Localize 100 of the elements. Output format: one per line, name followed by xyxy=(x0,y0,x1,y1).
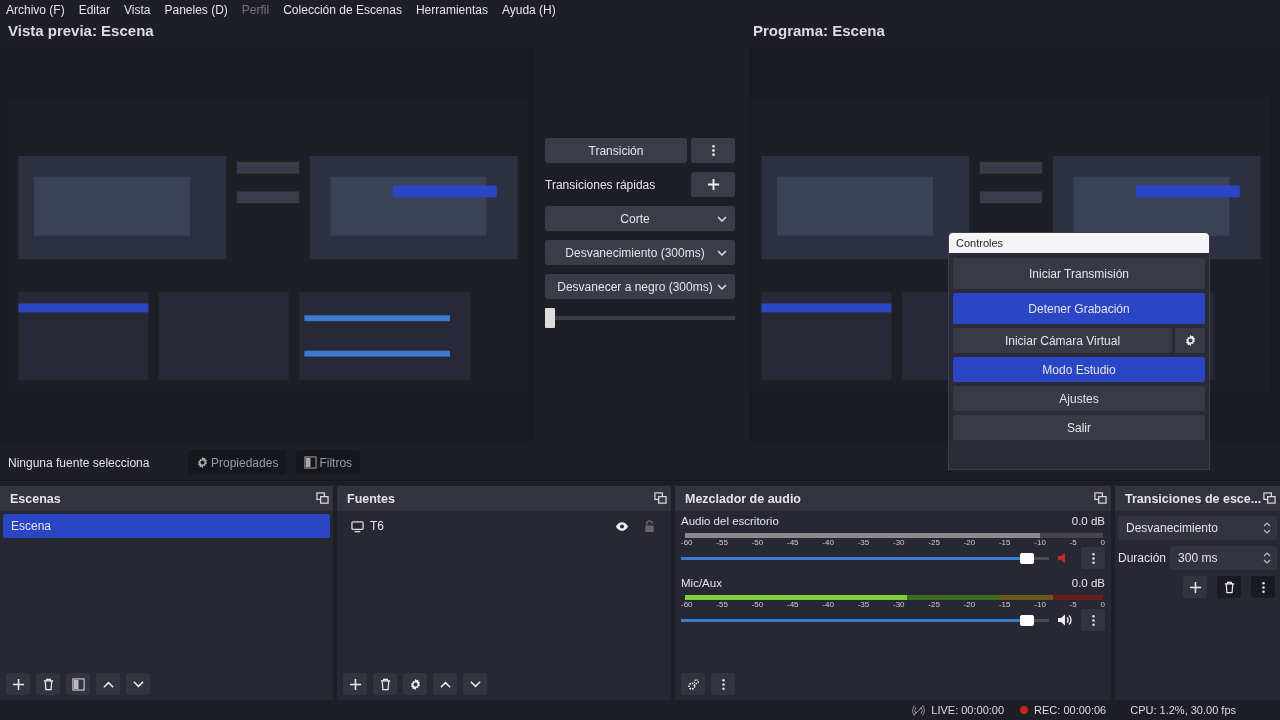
properties-button[interactable]: Propiedades xyxy=(188,450,287,475)
delete-button[interactable] xyxy=(36,673,60,695)
quick-transition-dropdown[interactable]: Desvanecimiento (300ms) xyxy=(545,240,735,265)
meter-scale-label: 0 xyxy=(1100,538,1105,547)
speaker-icon[interactable] xyxy=(1057,613,1073,627)
control-button[interactable]: Modo Estudio xyxy=(953,357,1205,382)
settings-icon xyxy=(1183,334,1197,347)
transition-select[interactable]: Desvanecimiento xyxy=(1118,516,1277,540)
more-button[interactable] xyxy=(711,673,735,695)
undock-icon[interactable] xyxy=(1263,492,1276,505)
transition-button[interactable]: Transición xyxy=(545,138,687,163)
delete-button[interactable] xyxy=(1217,576,1241,598)
menu-item[interactable]: Vista xyxy=(124,3,151,17)
meter-scale-label: -40 xyxy=(822,600,834,609)
selection-status: Ninguna fuente selecciona xyxy=(8,455,151,470)
signal-icon xyxy=(912,703,926,717)
eye-icon[interactable] xyxy=(615,520,629,532)
menu-item[interactable]: Archivo (F) xyxy=(6,3,65,17)
meter-scale-label: -5 xyxy=(1069,600,1077,609)
settings-icon xyxy=(196,456,209,469)
meter-scale-label: 0 xyxy=(1100,600,1105,609)
source-item[interactable]: T6 xyxy=(370,519,609,533)
caret-icon xyxy=(717,215,727,222)
plus-icon xyxy=(1188,580,1202,594)
quick-transition-dropdown[interactable]: Desvanecer a negro (300ms) xyxy=(545,274,735,299)
meter-scale-label: -10 xyxy=(1034,600,1046,609)
filter-icon xyxy=(304,456,318,469)
advanced-audio-button[interactable] xyxy=(681,673,705,695)
add-button[interactable] xyxy=(343,673,367,695)
meter-scale-label: -55 xyxy=(716,600,728,609)
menu-item[interactable]: Herramientas xyxy=(415,3,488,17)
meter-scale-label: -35 xyxy=(857,600,870,609)
meter-scale-label: -45 xyxy=(787,538,799,547)
scene-item[interactable]: Escena xyxy=(3,514,330,538)
filters-button[interactable]: Filtros xyxy=(296,450,361,475)
meter-scale-label: -15 xyxy=(998,600,1011,609)
plus-icon xyxy=(348,677,362,691)
channel-name: Audio del escritorio xyxy=(681,515,779,529)
trash-icon xyxy=(41,677,55,691)
add-button[interactable] xyxy=(691,172,735,197)
more-button[interactable] xyxy=(1081,609,1105,631)
meter-scale-label: -25 xyxy=(928,600,940,609)
move-up-button[interactable] xyxy=(433,673,457,695)
undock-icon[interactable] xyxy=(654,492,667,505)
dock-title: Transiciones de esce... xyxy=(1125,491,1262,506)
control-button[interactable]: Salir xyxy=(953,415,1205,440)
filter-button[interactable] xyxy=(66,673,90,695)
meter-scale-label: -40 xyxy=(822,538,834,547)
meter-scale-label: -10 xyxy=(1034,538,1046,547)
plus-icon xyxy=(11,677,25,691)
menu-item[interactable]: Ayuda (H) xyxy=(501,3,556,17)
dock-title: Escenas xyxy=(10,491,61,506)
channel-name: Mic/Aux xyxy=(681,577,722,591)
meter-scale-label: -55 xyxy=(716,538,728,547)
menu-item[interactable]: Colección de Escenas xyxy=(283,3,402,17)
dock-title: Mezclador de audio xyxy=(685,491,801,506)
duration-field[interactable]: 300 ms xyxy=(1170,546,1277,570)
meter-scale-label: -50 xyxy=(751,538,764,547)
control-button[interactable]: Ajustes xyxy=(953,386,1205,411)
control-button[interactable]: Detener Grabación xyxy=(953,293,1205,324)
move-down-button[interactable] xyxy=(463,673,487,695)
trash-icon xyxy=(1222,580,1236,594)
controls-title: Controles xyxy=(949,233,1209,253)
add-button[interactable] xyxy=(1183,576,1207,598)
undock-icon[interactable] xyxy=(316,492,329,505)
meter-scale-label: -50 xyxy=(751,600,764,609)
menu-item[interactable]: Editar xyxy=(78,3,111,17)
spin-arrows-icon xyxy=(1263,551,1271,565)
program-title: Programa: Escena xyxy=(752,21,886,41)
cpu-usage: CPU: 1.2%, 30.00 fps xyxy=(1130,704,1236,716)
record-time: REC: 00:00:06 xyxy=(1034,704,1107,716)
filter-icon xyxy=(71,677,85,691)
meter-scale-label: -60 xyxy=(681,600,693,609)
spin-arrows-icon xyxy=(1263,521,1271,535)
quick-transition-dropdown[interactable]: Corte xyxy=(545,206,735,231)
move-down-button[interactable] xyxy=(126,673,150,695)
settings-icon xyxy=(408,677,422,691)
more-button[interactable] xyxy=(1251,576,1275,598)
control-button[interactable]: Iniciar Cámara Virtual xyxy=(953,328,1172,353)
add-button[interactable] xyxy=(6,673,30,695)
live-time: LIVE: 00:00:00 xyxy=(931,704,1005,716)
meter-scale-label: -45 xyxy=(787,600,799,609)
meter-scale-label: -30 xyxy=(892,538,905,547)
delete-button[interactable] xyxy=(373,673,397,695)
move-up-button[interactable] xyxy=(96,673,120,695)
trash-icon xyxy=(378,677,392,691)
meter-scale-label: -60 xyxy=(681,538,693,547)
more-button[interactable] xyxy=(1081,547,1105,569)
dock-title: Fuentes xyxy=(347,491,395,506)
meter-scale-label: -5 xyxy=(1069,538,1077,547)
menu-item[interactable]: Paneles (D) xyxy=(164,3,228,17)
settings-button[interactable] xyxy=(403,673,427,695)
preview-title: Vista previa: Escena xyxy=(7,21,155,41)
lock-icon[interactable] xyxy=(643,519,656,533)
control-button[interactable]: Iniciar Transmisión xyxy=(953,258,1205,289)
duration-label: Duración xyxy=(1118,551,1167,565)
settings-button[interactable] xyxy=(1175,328,1205,353)
undock-icon[interactable] xyxy=(1094,492,1107,505)
meter-scale-label: -30 xyxy=(892,600,905,609)
caret-icon xyxy=(717,283,727,290)
